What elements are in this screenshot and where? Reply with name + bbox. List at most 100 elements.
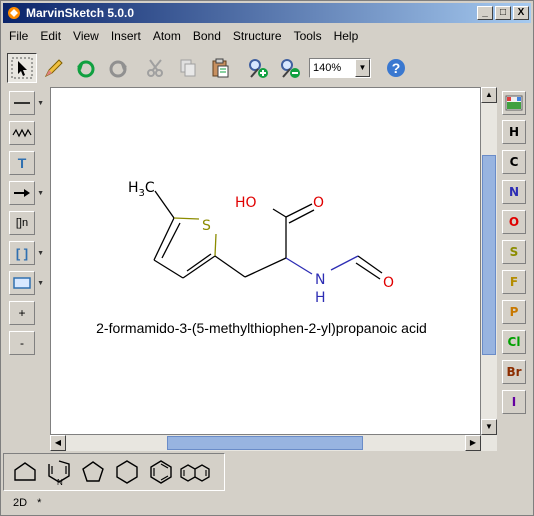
scroll-right-button[interactable]: ▶ <box>465 435 481 451</box>
chain-tool[interactable] <box>9 121 35 145</box>
bracket-label: [ ] <box>15 245 29 261</box>
vertical-scroll-thumb[interactable] <box>482 155 496 355</box>
cut-button[interactable] <box>141 53 171 83</box>
rectangle-tool[interactable]: ▼ <box>9 271 44 295</box>
bond-formyl-1 <box>357 255 383 274</box>
bond-formyl-2 <box>355 262 381 280</box>
bond-co-1 <box>285 203 313 218</box>
bonds <box>153 190 383 280</box>
window-title: MarvinSketch 5.0.0 <box>26 6 135 20</box>
bracket-tool[interactable]: [ ] ▼ <box>9 241 44 265</box>
eraser-tool-button[interactable] <box>39 53 69 83</box>
text-tool[interactable]: T <box>9 151 35 175</box>
element-button-p[interactable]: P <box>502 300 526 324</box>
menu-atom[interactable]: Atom <box>147 29 187 43</box>
template-cyclopentane[interactable] <box>76 456 110 488</box>
zoom-in-button[interactable] <box>243 53 273 83</box>
title-bar: MarvinSketch 5.0.0 _ □ X <box>3 3 531 23</box>
chevron-down-icon[interactable]: ▼ <box>37 190 44 197</box>
bond-ring-2 <box>153 259 184 279</box>
element-button-cl[interactable]: Cl <box>502 330 526 354</box>
element-button-i[interactable]: I <box>502 390 526 414</box>
template-pyrrole[interactable]: N <box>42 456 76 488</box>
redo-button[interactable] <box>103 53 133 83</box>
element-button-o[interactable]: O <box>502 210 526 234</box>
redo-icon <box>109 60 127 78</box>
help-button[interactable]: ? <box>381 53 411 83</box>
chevron-down-icon[interactable]: ▼ <box>37 280 44 287</box>
app-icon <box>8 7 20 19</box>
zoom-combobox[interactable]: 140% ▼ <box>309 58 371 78</box>
zoom-out-button[interactable] <box>275 53 305 83</box>
close-button[interactable]: X <box>513 6 529 20</box>
scroll-down-button[interactable]: ▼ <box>481 419 497 435</box>
scroll-up-button[interactable]: ▲ <box>481 87 497 103</box>
undo-icon <box>77 60 95 78</box>
carbonyl-o-label: O <box>313 195 324 211</box>
sgroup-label: []n <box>15 217 29 229</box>
chevron-down-icon[interactable]: ▼ <box>37 100 44 107</box>
undo-button[interactable] <box>71 53 101 83</box>
menu-edit[interactable]: Edit <box>34 29 67 43</box>
periodic-toolbar: H C N O S F P Cl Br I <box>499 87 531 417</box>
open-pentagon-icon <box>14 462 36 481</box>
charge-plus-tool[interactable]: + <box>9 301 35 325</box>
element-button-s[interactable]: S <box>502 240 526 264</box>
zoom-in-icon <box>249 59 268 78</box>
menu-help[interactable]: Help <box>328 29 365 43</box>
template-pentagon-open[interactable] <box>8 456 42 488</box>
vertical-scrollbar[interactable]: ▲ ▼ <box>481 87 497 435</box>
template-benzene[interactable] <box>144 456 178 488</box>
menu-tools[interactable]: Tools <box>288 29 328 43</box>
text-tool-label: T <box>17 155 27 171</box>
bond-ring-3-inner <box>186 253 212 272</box>
bond-alpha <box>244 257 287 278</box>
element-button-h[interactable]: H <box>502 120 526 144</box>
methyl-label: H3C <box>128 180 155 199</box>
menu-file[interactable]: File <box>3 29 34 43</box>
formyl-o-label: O <box>383 275 394 291</box>
sgroup-tool[interactable]: []n <box>9 211 35 235</box>
zoom-value: 140% <box>313 62 342 74</box>
status-bar: 2D * <box>3 493 531 513</box>
menu-view[interactable]: View <box>67 29 105 43</box>
zoom-dropdown-icon[interactable]: ▼ <box>355 59 370 77</box>
naphthalene-icon <box>180 464 210 482</box>
template-cyclohexane[interactable] <box>110 456 144 488</box>
arrow-tool[interactable]: ▼ <box>9 181 44 205</box>
element-button-br[interactable]: Br <box>502 360 526 384</box>
copy-button[interactable] <box>173 53 203 83</box>
select-tool-button[interactable] <box>7 53 37 83</box>
horizontal-scroll-thumb[interactable] <box>167 436 363 450</box>
sulfur-label: S <box>202 218 211 234</box>
bond-oh <box>272 208 287 218</box>
element-button-c[interactable]: C <box>502 150 526 174</box>
copy-icon <box>180 59 196 77</box>
periodic-table-button[interactable] <box>502 91 526 115</box>
menu-insert[interactable]: Insert <box>105 29 147 43</box>
element-button-n[interactable]: N <box>502 180 526 204</box>
main-window: MarvinSketch 5.0.0 _ □ X File Edit View … <box>0 0 534 516</box>
template-naphthalene[interactable] <box>178 456 212 488</box>
menu-structure[interactable]: Structure <box>227 29 288 43</box>
horizontal-scrollbar[interactable]: ◀ ▶ <box>50 435 497 451</box>
menu-bond[interactable]: Bond <box>187 29 227 43</box>
charge-minus-tool[interactable]: - <box>9 331 35 355</box>
bond-methyl <box>154 190 175 219</box>
single-bond-tool[interactable]: ▼ <box>9 91 44 115</box>
pentagon-icon <box>82 461 104 482</box>
maximize-button[interactable]: □ <box>495 6 511 20</box>
left-toolbar: ▼ T ▼ []n [ ] ▼ ▼ + - <box>3 87 49 439</box>
scroll-left-button[interactable]: ◀ <box>50 435 66 451</box>
bond-ring-s1 <box>173 217 200 220</box>
svg-text:N: N <box>57 478 63 486</box>
bond-ring-3 <box>182 255 216 279</box>
paste-button[interactable] <box>205 53 235 83</box>
amide-h-label: H <box>315 290 326 306</box>
minimize-button[interactable]: _ <box>477 6 493 20</box>
bond-ring-1-inner <box>161 222 181 259</box>
drawing-canvas[interactable]: H3C S HO O N H O 2-formamido-3-(5-methyl… <box>50 87 481 435</box>
minus-label: - <box>20 336 24 350</box>
chevron-down-icon[interactable]: ▼ <box>37 250 44 257</box>
element-button-f[interactable]: F <box>502 270 526 294</box>
